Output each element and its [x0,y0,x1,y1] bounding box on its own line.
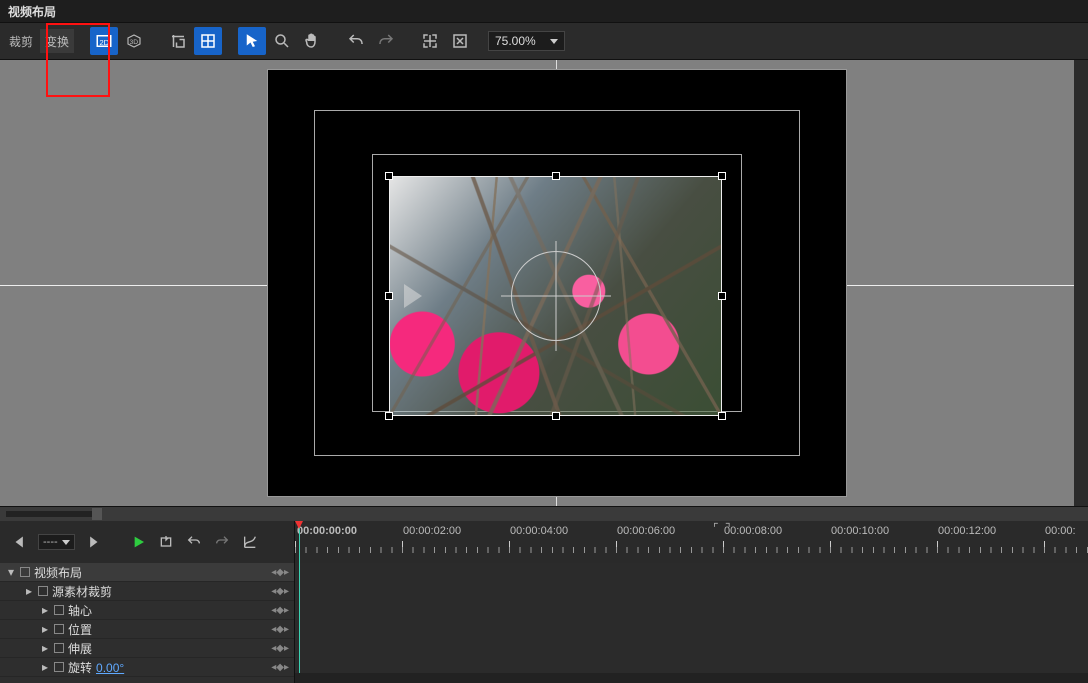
expander-icon[interactable]: ▸ [40,603,50,617]
resize-handle-bl[interactable] [385,412,393,420]
tree-label: 位置 [68,621,267,638]
tree-label: 伸展 [68,640,267,657]
zoom-slider-thumb[interactable] [92,508,102,520]
expander-icon[interactable]: ▾ [6,565,16,579]
ruler-label: 00:00:10:00 [831,525,889,537]
svg-text:2D: 2D [100,38,110,47]
redo-icon[interactable] [372,27,400,55]
step-fwd-button[interactable] [81,531,103,553]
expander-icon[interactable]: ▸ [40,622,50,636]
tree-row-pivot[interactable]: ▸ 轴心 ◂◆▸ [0,601,294,620]
tree-label: 源素材裁剪 [52,583,267,600]
ruler-label: 00:00:12:00 [938,525,996,537]
canvas-scrollbar[interactable] [1074,60,1088,506]
curve-editor-button[interactable] [239,531,261,553]
timeline-panel: ---- 00:00:00:00 00:00:02:00 00:00:04:00… [0,506,1088,683]
step-back-button[interactable] [10,531,32,553]
resize-handle-br[interactable] [718,412,726,420]
zoom-slider[interactable] [6,511,98,517]
layer-box-icon [20,567,30,577]
chevron-down-icon [62,540,70,545]
resize-handle-tr[interactable] [718,172,726,180]
property-tree: ▾ 视频布局 ◂◆▸ ▸ 源素材裁剪 ◂◆▸ ▸ 轴心 ◂◆▸ ▸ 位置 ◂◆▸… [0,563,294,683]
play-button[interactable] [127,531,149,553]
tree-label: 轴心 [68,602,267,619]
transport-controls: ---- [0,521,294,563]
selected-clip[interactable] [389,176,722,416]
tree-label-rotation: 旋转0.00° [68,659,267,676]
playhead-line [299,563,300,683]
layer-box-icon [54,643,64,653]
keyframe-nav[interactable]: ◂◆▸ [271,567,288,578]
layer-box-icon [54,624,64,634]
rotation-value-field[interactable]: 0.00° [96,661,124,675]
keyframe-nav[interactable]: ◂◆▸ [271,624,288,635]
safe-area-icon[interactable] [416,27,444,55]
ruler-label: 00:00: [1045,525,1076,537]
mask-icon[interactable] [446,27,474,55]
svg-text:3D: 3D [130,39,139,46]
mode-2d-button[interactable]: 2D [90,27,118,55]
chevron-down-icon [550,39,558,44]
grid-icon[interactable] [194,27,222,55]
window-titlebar: 视频布局 [0,0,1088,22]
loop-button[interactable] [155,531,177,553]
layer-box-icon [54,605,64,615]
expander-icon[interactable]: ▸ [24,584,34,598]
resize-handle-tl[interactable] [385,172,393,180]
resize-handle-bm[interactable] [552,412,560,420]
zoom-value: 75.00% [495,34,536,48]
resize-handle-mr[interactable] [718,292,726,300]
in-point-marker[interactable]: ⌜ [713,521,719,535]
timeline-zoom-bar[interactable] [0,507,1088,521]
preview-canvas[interactable] [0,60,1088,506]
zoom-tool-icon[interactable] [268,27,296,55]
pivot-cross [555,241,556,351]
ruler-label: 00:00:08:00 [724,525,782,537]
zoom-select[interactable]: 75.00% [488,31,565,51]
layer-box-icon [38,586,48,596]
expander-icon[interactable]: ▸ [40,660,50,674]
tree-root-label: 视频布局 [34,564,267,581]
undo-tl-button[interactable] [183,531,205,553]
tree-row-rotation[interactable]: ▸ 旋转0.00° ◂◆▸ [0,658,294,677]
tab-transform[interactable]: 变换 [40,29,74,53]
undo-icon[interactable] [342,27,370,55]
main-toolbar: 裁剪 变换 2D 3D 75.00% [0,22,1088,60]
resize-handle-tm[interactable] [552,172,560,180]
play-overlay-icon [404,284,422,308]
speed-select[interactable]: ---- [38,534,75,550]
keyframe-nav[interactable]: ◂◆▸ [271,586,288,597]
tab-crop[interactable]: 裁剪 [4,29,38,53]
tree-row-position[interactable]: ▸ 位置 ◂◆▸ [0,620,294,639]
ruler-ticks [295,541,1088,557]
snap-guide-icon[interactable] [164,27,192,55]
tree-row-stretch[interactable]: ▸ 伸展 ◂◆▸ [0,639,294,658]
selection-tool-icon[interactable] [238,27,266,55]
timeline-scrollbar[interactable] [295,673,1088,683]
keyframe-track-area[interactable] [294,563,1088,683]
keyframe-nav[interactable]: ◂◆▸ [271,662,288,673]
hand-tool-icon[interactable] [298,27,326,55]
timecode-current: 00:00:00:00 [297,525,357,537]
window-title: 视频布局 [8,3,56,20]
resize-handle-ml[interactable] [385,292,393,300]
playhead[interactable] [299,521,300,563]
ruler-label: 00:00:02:00 [403,525,461,537]
expander-icon[interactable]: ▸ [40,641,50,655]
mode-3d-button[interactable]: 3D [120,27,148,55]
tree-root-row[interactable]: ▾ 视频布局 ◂◆▸ [0,563,294,582]
out-point-marker[interactable]: ⌝ [725,521,731,535]
keyframe-nav[interactable]: ◂◆▸ [271,605,288,616]
ruler-label: 00:00:06:00 [617,525,675,537]
tree-row-source-crop[interactable]: ▸ 源素材裁剪 ◂◆▸ [0,582,294,601]
keyframe-nav[interactable]: ◂◆▸ [271,643,288,654]
time-ruler[interactable]: 00:00:00:00 00:00:02:00 00:00:04:00 00:0… [294,521,1088,563]
ruler-label: 00:00:04:00 [510,525,568,537]
redo-tl-button[interactable] [211,531,233,553]
layer-box-icon [54,662,64,672]
